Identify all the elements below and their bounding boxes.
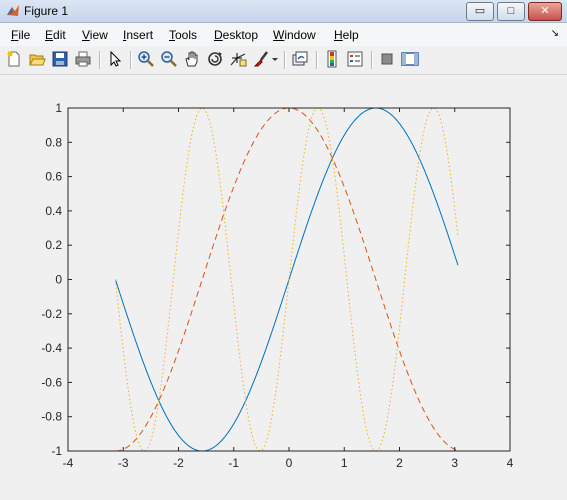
y-tick-label: -0.6: [41, 375, 62, 389]
toolbar-separator: [284, 51, 286, 69]
menu-help[interactable]: Help: [334, 28, 359, 42]
show-plot-tools-icon[interactable]: [401, 50, 419, 68]
y-tick-label: 0: [55, 273, 62, 287]
legend-icon[interactable]: [346, 50, 364, 68]
y-tick-label: 0.4: [45, 204, 62, 218]
select-arrow-icon[interactable]: [106, 50, 124, 68]
x-tick-label: -1: [228, 456, 239, 470]
y-tick-label: -0.8: [41, 410, 62, 424]
minimize-icon: ▭: [474, 5, 486, 17]
y-tick-label: -1: [51, 444, 62, 458]
menu-tools[interactable]: Tools: [169, 28, 197, 42]
x-tick-label: 3: [451, 456, 458, 470]
y-tick-label: -0.4: [41, 341, 62, 355]
link-plot-icon[interactable]: [291, 50, 309, 68]
figure-canvas[interactable]: -4 -3 -2 -1 0 1 2 3 4 -1 -0.8 -0.6 -0.4 -0.2 0 0.2 0.4 0.…: [0, 75, 567, 495]
menu-window[interactable]: Window: [273, 28, 316, 42]
y-tick-label: -0.2: [41, 307, 62, 321]
menu-insert[interactable]: Insert: [123, 28, 153, 42]
new-figure-icon[interactable]: [5, 50, 23, 68]
menu-view[interactable]: View: [82, 28, 108, 42]
menu-desktop[interactable]: Desktop: [214, 28, 258, 42]
y-tick-label: 0.2: [45, 238, 62, 252]
toolbar-separator: [130, 51, 132, 69]
toolbar-separator: [371, 51, 373, 69]
y-tick-label: 0.6: [45, 170, 62, 184]
zoom-in-icon[interactable]: [137, 50, 155, 68]
toolbar-separator: [316, 51, 318, 69]
x-tick-label: 4: [507, 456, 514, 470]
save-icon[interactable]: [51, 50, 69, 68]
menu-bar: File Edit View Insert Tools Desktop Wind…: [0, 23, 567, 46]
colorbar-icon[interactable]: [323, 50, 341, 68]
x-tick-label: 2: [396, 456, 403, 470]
x-tick-label: 1: [341, 456, 348, 470]
print-icon[interactable]: [74, 50, 92, 68]
x-tick-label: 0: [286, 456, 293, 470]
plot-canvas[interactable]: -4 -3 -2 -1 0 1 2 3 4 -1 -0.8 -0.6 -0.4 -0.2 0 0.2 0.4 0.…: [0, 75, 567, 495]
minimize-button[interactable]: ▭: [466, 2, 494, 21]
cosine-dashed-line[interactable]: [115, 107, 459, 452]
menu-file[interactable]: File: [11, 28, 30, 42]
dock-figure-icon[interactable]: ↘: [551, 28, 559, 39]
y-tick-label: 0.8: [45, 135, 62, 149]
x-tick-label: -2: [173, 456, 184, 470]
y-tick-label: 1: [55, 101, 62, 115]
rotate-3d-icon[interactable]: [206, 50, 224, 68]
matlab-icon: [7, 5, 19, 16]
sin3x-dotted-line[interactable]: [114, 107, 459, 452]
brush-dropdown-icon[interactable]: [271, 50, 279, 68]
hide-plot-tools-icon[interactable]: [378, 50, 396, 68]
zoom-out-icon[interactable]: [160, 50, 178, 68]
brush-icon[interactable]: [252, 50, 270, 68]
title-bar[interactable]: Figure 1 ▭ □ ✕: [0, 0, 567, 23]
maximize-icon: □: [507, 5, 515, 17]
maximize-button[interactable]: □: [497, 2, 525, 21]
menu-edit[interactable]: Edit: [45, 28, 66, 42]
pan-hand-icon[interactable]: [183, 50, 201, 68]
sine-line[interactable]: [114, 107, 459, 452]
window-title: Figure 1: [24, 4, 69, 18]
toolbar-separator: [99, 51, 101, 69]
x-tick-label: -3: [118, 456, 129, 470]
figure-toolbar: [0, 46, 567, 75]
data-cursor-icon[interactable]: [229, 50, 247, 68]
figure-window: Figure 1 ▭ □ ✕ File Edit View Insert Too…: [0, 0, 567, 495]
open-file-icon[interactable]: [28, 50, 46, 68]
close-icon: ✕: [540, 5, 550, 17]
close-button[interactable]: ✕: [528, 2, 562, 21]
x-tick-label: -4: [63, 456, 74, 470]
